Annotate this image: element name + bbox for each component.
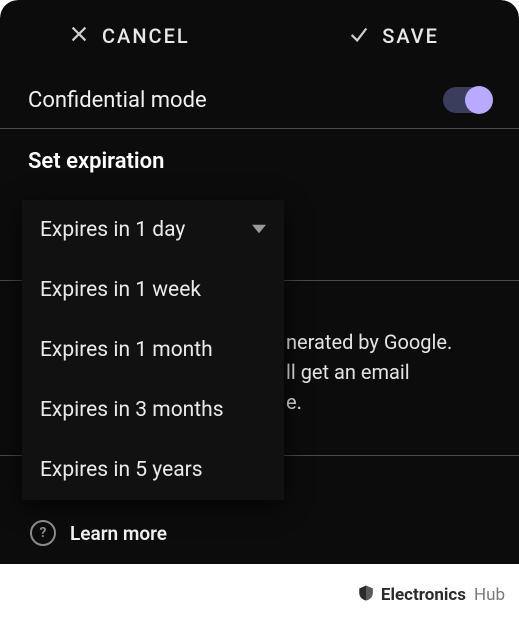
watermark-bar: Electronics Hub — [0, 564, 519, 626]
expiration-option-label: Expires in 3 months — [40, 398, 224, 422]
expiration-option-selected[interactable]: Expires in 1 day — [22, 200, 284, 260]
electronics-hub-watermark: Electronics Hub — [357, 584, 505, 607]
screenshot-frame: CANCEL SAVE Confidential mode Set expira… — [0, 0, 519, 626]
expiration-option-label: Expires in 5 years — [40, 458, 203, 482]
check-icon — [348, 23, 370, 50]
expiration-option[interactable]: Expires in 1 week — [22, 260, 284, 320]
watermark-suffix: Hub — [474, 585, 505, 605]
cancel-button[interactable]: CANCEL — [68, 23, 190, 50]
expiration-option[interactable]: Expires in 1 month — [22, 320, 284, 380]
learn-more-row: ? Learn more — [0, 520, 167, 546]
close-icon — [68, 23, 90, 50]
watermark-brand: Electronics — [381, 585, 466, 605]
expiration-option[interactable]: Expires in 3 months — [22, 380, 284, 440]
shield-icon — [357, 584, 375, 607]
expiration-option[interactable]: Expires in 5 years — [22, 440, 284, 500]
confidential-mode-sheet: CANCEL SAVE Confidential mode Set expira… — [0, 0, 519, 564]
help-icon: ? — [30, 520, 56, 546]
expiration-option-label: Expires in 1 month — [40, 338, 213, 362]
learn-more-link[interactable]: Learn more — [70, 522, 167, 545]
expiration-option-label: Expires in 1 day — [40, 218, 185, 242]
expiration-option-label: Expires in 1 week — [40, 278, 201, 302]
toggle-knob — [465, 86, 493, 114]
save-button[interactable]: SAVE — [348, 23, 439, 50]
cancel-label: CANCEL — [102, 24, 190, 48]
save-label: SAVE — [382, 24, 439, 48]
set-expiration-title: Set expiration — [0, 129, 519, 180]
confidential-mode-toggle[interactable] — [443, 87, 491, 113]
chevron-down-icon — [252, 218, 266, 242]
expiration-dropdown-open[interactable]: Expires in 1 day Expires in 1 week Expir… — [22, 200, 284, 500]
confidential-mode-row: Confidential mode — [0, 72, 519, 128]
top-action-bar: CANCEL SAVE — [0, 0, 519, 72]
confidential-mode-label: Confidential mode — [28, 88, 207, 113]
